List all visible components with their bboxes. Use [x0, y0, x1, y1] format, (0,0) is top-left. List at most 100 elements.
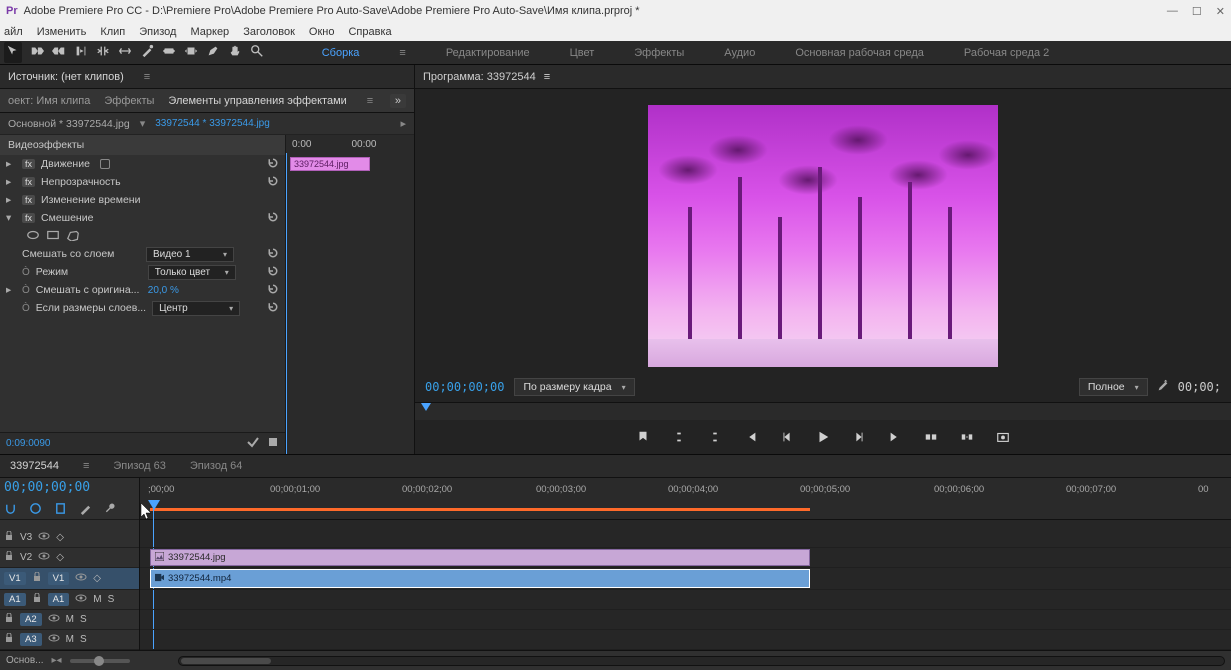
program-canvas[interactable] — [648, 105, 998, 367]
workspace-main[interactable]: Основная рабочая среда — [795, 47, 924, 59]
snap-icon[interactable] — [4, 502, 17, 518]
panel-menu-icon[interactable]: ≡ — [83, 460, 89, 472]
reset-icon[interactable] — [267, 247, 279, 262]
solo-button[interactable]: S — [80, 634, 87, 645]
horizontal-scrollbar[interactable] — [178, 656, 1225, 666]
timeline-ruler[interactable]: ;00;00 00;00;01;00 00;00;02;00 00;00;03;… — [140, 478, 1231, 520]
reset-icon[interactable] — [267, 283, 279, 298]
workspace-menu-icon[interactable]: ≡ — [399, 47, 405, 59]
track-row-v1[interactable]: 33972544.mp4 — [140, 568, 1231, 590]
toggle-pin-icon[interactable] — [267, 436, 279, 451]
mini-playhead[interactable] — [286, 153, 287, 454]
track-output-icon[interactable]: ◇ — [56, 532, 64, 543]
menu-help[interactable]: Справка — [348, 26, 391, 38]
master-track-label[interactable]: Основ... — [6, 655, 44, 666]
track-select-forward-icon[interactable] — [30, 44, 44, 61]
program-timecode-left[interactable]: 00;00;00;00 — [425, 380, 504, 394]
clip-video[interactable]: 33972544.mp4 — [150, 569, 810, 588]
step-forward-icon[interactable] — [852, 430, 866, 444]
menu-title[interactable]: Заголовок — [243, 26, 295, 38]
linked-selection-icon[interactable] — [29, 502, 42, 518]
workspace-audio[interactable]: Аудио — [724, 47, 755, 59]
overflow-icon[interactable]: » — [390, 94, 406, 108]
work-area-bar[interactable] — [150, 508, 810, 511]
track-output-icon[interactable]: ◇ — [56, 552, 64, 563]
eye-icon[interactable] — [38, 551, 50, 564]
eye-icon[interactable] — [48, 633, 60, 646]
panel-menu-icon[interactable]: ≡ — [367, 95, 373, 107]
track-row-a3[interactable] — [140, 630, 1231, 650]
export-frame-icon[interactable] — [996, 430, 1010, 444]
eye-icon[interactable] — [75, 572, 87, 585]
go-to-in-icon[interactable] — [744, 430, 758, 444]
reset-icon[interactable] — [267, 265, 279, 280]
selection-tool-icon[interactable] — [4, 42, 22, 63]
track-v2[interactable]: V2 ◇ — [0, 548, 139, 568]
quality-dropdown[interactable]: Полное — [1079, 378, 1148, 396]
program-ruler[interactable] — [415, 402, 1231, 420]
lock-icon[interactable] — [4, 531, 14, 544]
lock-icon[interactable] — [32, 572, 42, 585]
menu-window[interactable]: Окно — [309, 26, 335, 38]
lock-icon[interactable] — [4, 633, 14, 646]
zoom-slider[interactable] — [70, 659, 130, 663]
workspace-editing[interactable]: Редактирование — [446, 47, 530, 59]
blend-original-value[interactable]: 20,0 % — [148, 285, 179, 296]
track-select-back-icon[interactable] — [52, 44, 66, 61]
track-target-a1[interactable]: A1 — [48, 593, 70, 606]
tab-effects[interactable]: Эффекты — [104, 95, 154, 107]
mini-clip[interactable]: 33972544.jpg — [290, 157, 370, 171]
track-v3[interactable]: V3 ◇ — [0, 528, 139, 548]
workspace-effects[interactable]: Эффекты — [634, 47, 684, 59]
track-target-v1[interactable]: V1 — [48, 572, 70, 585]
step-back-icon[interactable] — [780, 430, 794, 444]
timeline-tab-2[interactable]: Эпизод 63 — [113, 460, 166, 472]
program-playhead-icon[interactable] — [421, 403, 431, 416]
track-a2[interactable]: A2 M S — [0, 610, 139, 630]
track-target-a3[interactable]: A3 — [20, 633, 42, 646]
marker-icon[interactable] — [54, 502, 67, 518]
track-target-a2[interactable]: A2 — [20, 613, 42, 626]
workspace-2[interactable]: Рабочая среда 2 — [964, 47, 1049, 59]
reset-icon[interactable] — [267, 175, 279, 190]
pen-tool-icon[interactable] — [206, 44, 220, 61]
mute-button[interactable]: M — [66, 614, 74, 625]
maximize-icon[interactable]: ☐ — [1192, 5, 1202, 18]
sequence-clip-link[interactable]: 33972544 * 33972544.jpg — [155, 118, 270, 129]
timeline-tab-1[interactable]: 33972544 — [10, 460, 59, 472]
track-row-a1[interactable] — [140, 590, 1231, 610]
source-patch-a1[interactable]: A1 — [4, 593, 26, 606]
timeline-tab-3[interactable]: Эпизод 64 — [190, 460, 243, 472]
solo-button[interactable]: S — [80, 614, 87, 625]
track-row-v2[interactable]: 33972544.jpg — [140, 548, 1231, 568]
menu-edit[interactable]: Изменить — [37, 26, 87, 38]
track-row-a2[interactable] — [140, 610, 1231, 630]
wrench-icon[interactable] — [104, 502, 117, 518]
effect-timecode[interactable]: 0:09:0090 — [6, 438, 51, 449]
ellipse-mask-icon[interactable] — [26, 229, 40, 244]
add-marker-icon[interactable] — [636, 430, 650, 444]
lift-icon[interactable] — [924, 430, 938, 444]
minimize-icon[interactable]: — — [1167, 5, 1178, 18]
timeline-timecode[interactable]: 00;00;00;00 — [0, 478, 139, 500]
menu-file[interactable]: айл — [4, 26, 23, 38]
source-panel-tab[interactable]: Источник: (нет клипов) — [8, 71, 124, 83]
effect-motion[interactable]: ▸fx Движение — [0, 155, 285, 173]
eye-icon[interactable] — [38, 531, 50, 544]
track-output-icon[interactable]: ◇ — [93, 573, 101, 584]
workspace-assembly[interactable]: Сборка — [322, 47, 360, 59]
close-icon[interactable]: ✕ — [1216, 5, 1225, 18]
reset-icon[interactable] — [267, 211, 279, 226]
play-icon[interactable] — [816, 430, 830, 444]
toggle-track-icon[interactable] — [247, 436, 259, 451]
tab-effect-controls[interactable]: Элементы управления эффектами — [168, 95, 346, 107]
workspace-color[interactable]: Цвет — [570, 47, 595, 59]
zoom-tool-icon[interactable] — [250, 44, 264, 61]
reset-icon[interactable] — [267, 157, 279, 172]
mute-button[interactable]: M — [93, 594, 101, 605]
rate-stretch-icon[interactable] — [118, 44, 132, 61]
mark-out-icon[interactable] — [708, 430, 722, 444]
menu-clip[interactable]: Клип — [100, 26, 125, 38]
hand-tool-icon[interactable] — [228, 44, 242, 61]
blend-layer-dropdown[interactable]: Видео 1 — [146, 247, 234, 262]
